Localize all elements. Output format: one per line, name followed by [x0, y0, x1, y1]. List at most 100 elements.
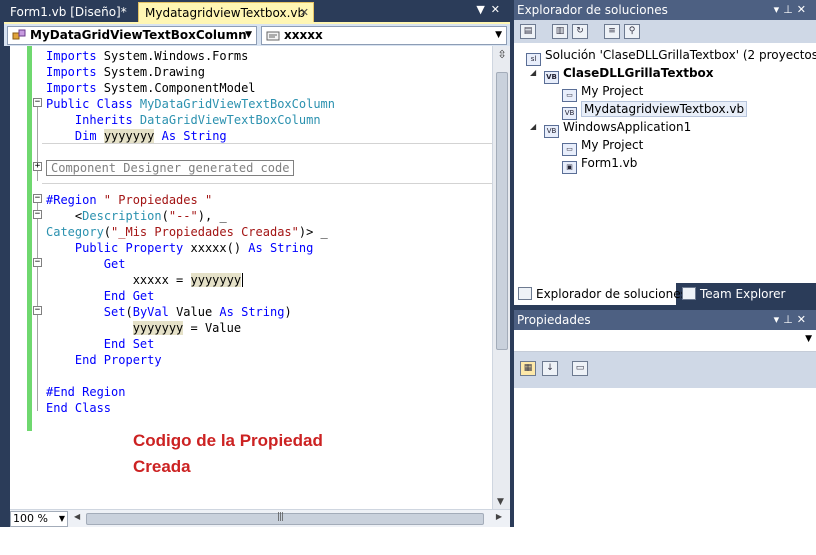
code-line: Component Designer generated code	[46, 160, 492, 176]
tab-label: MydatagridviewTextbox.vb	[145, 6, 306, 20]
horizontal-scrollbar[interactable]: ◀ ||| ▶	[72, 512, 504, 526]
chevron-left-icon[interactable]: ◀	[74, 512, 80, 521]
tab-label: Team Explorer	[700, 287, 786, 301]
tree-item-form1[interactable]: ▣ Form1.vb	[562, 154, 638, 174]
tree-item-label: Form1.vb	[581, 156, 638, 170]
panel-title-buttons: ▾⊥✕	[774, 310, 810, 330]
code-text: System.Drawing	[96, 65, 205, 79]
solution-explorer-tabs: Explorador de soluciones Team Explorer	[514, 283, 816, 306]
collapse-icon[interactable]: −	[33, 98, 42, 107]
keyword: Get	[103, 257, 126, 271]
chevron-down-icon[interactable]: ▼	[497, 497, 504, 507]
tree-item-project-dll[interactable]: ◢ VB ClaseDLLGrillaTextbox	[530, 64, 714, 84]
tree-item-label: My Project	[581, 84, 644, 98]
document-tab-strip: Form1.vb [Diseño]* MydatagridviewTextbox…	[0, 0, 512, 22]
close-icon[interactable]: ✕	[300, 3, 309, 23]
properties-icon[interactable]: ▤	[520, 24, 536, 39]
scrollbar-thumb[interactable]: |||	[86, 512, 484, 525]
chevron-down-icon[interactable]: ▼	[495, 27, 502, 44]
property-icon	[266, 31, 280, 41]
tree-item-mydatagridviewtextbox[interactable]: VB MydatagridviewTextbox.vb	[562, 100, 748, 120]
code-line: #End Region	[46, 384, 492, 400]
property-pages-icon[interactable]: ▭	[572, 361, 588, 376]
keyword: Imports	[46, 49, 97, 63]
chevron-down-icon[interactable]: ▼	[476, 3, 490, 16]
keyword: Inherits	[74, 113, 133, 127]
scrollbar-thumb[interactable]	[496, 72, 508, 350]
member-name-combo[interactable]: xxxxx ▼	[261, 26, 507, 45]
string-literal: "--"	[168, 209, 198, 223]
type-name: DataGridViewTextBoxColumn	[132, 113, 321, 127]
pin-icon[interactable]: ⊥	[783, 313, 797, 326]
code-line: Public Property xxxxx() As String	[46, 240, 492, 256]
code-line: <Description("--"), _	[46, 208, 492, 224]
expand-icon[interactable]: +	[33, 162, 42, 171]
code-line: Category("_Mis Propiedades Creadas")> _	[46, 224, 492, 240]
tree-item-my-project[interactable]: ▭ My Project	[562, 82, 644, 102]
class-combo-value: MyDataGridViewTextBoxColumn	[30, 28, 247, 42]
code-line: Get	[46, 256, 492, 272]
collapse-triangle-icon[interactable]: ◢	[530, 64, 536, 82]
code-text: System.ComponentModel	[96, 81, 256, 95]
tab-form1-designer[interactable]: Form1.vb [Diseño]*	[4, 2, 134, 22]
chevron-down-icon[interactable]: ▼	[245, 27, 252, 44]
code-line: #Region " Propiedades "	[46, 192, 492, 208]
code-line: yyyyyyy = Value	[46, 320, 492, 336]
code-lines: Imports System.Windows.Forms Imports Sys…	[42, 48, 492, 416]
tab-team-explorer[interactable]: Team Explorer	[678, 283, 816, 305]
code-text: Value	[168, 305, 220, 319]
code-text: )> _	[298, 225, 328, 239]
code-text: xxxxx()	[183, 241, 242, 255]
zoom-combo[interactable]: 100 % ▼	[10, 511, 68, 527]
code-text: (	[103, 225, 112, 239]
refresh-icon[interactable]: ↻	[572, 24, 588, 39]
vertical-scrollbar[interactable]: ⇳ ▼	[492, 46, 510, 509]
view-code-icon[interactable]: ≡	[604, 24, 620, 39]
tree-item-label: WindowsApplication1	[563, 120, 692, 134]
collapse-icon[interactable]: −	[33, 210, 42, 219]
tab-mydatagridviewtextbox[interactable]: MydatagridviewTextbox.vb ✕	[138, 2, 314, 22]
tree-item-project-winapp[interactable]: ◢ VB WindowsApplication1	[530, 118, 692, 138]
highlighted-identifier: yyyyyyy	[103, 129, 155, 143]
highlighted-identifier: yyyyyyy	[132, 321, 184, 335]
tab-solution-explorer[interactable]: Explorador de soluciones	[514, 283, 687, 305]
collapse-icon[interactable]: −	[33, 258, 42, 267]
tab-label: Explorador de soluciones	[536, 287, 687, 301]
show-all-files-icon[interactable]: ▥	[552, 24, 568, 39]
type-name: Category	[46, 225, 104, 239]
vb-project-icon: VB	[544, 71, 559, 84]
chevron-down-icon[interactable]: ▾	[774, 3, 784, 16]
type-name: MyDataGridViewTextBoxColumn	[132, 97, 335, 111]
object-selector-combo[interactable]: ▼	[514, 330, 816, 352]
chevron-down-icon[interactable]: ▼	[59, 512, 65, 526]
navigation-bar: MyDataGridViewTextBoxColumn ▼ xxxxx ▼	[4, 22, 510, 46]
code-line	[42, 176, 492, 192]
close-icon[interactable]: ✕	[491, 3, 506, 16]
close-icon[interactable]: ✕	[797, 313, 810, 326]
split-window-icon[interactable]: ⇳	[495, 48, 509, 62]
collapse-icon[interactable]: −	[33, 306, 42, 315]
code-text: (	[161, 209, 169, 223]
chevron-right-icon[interactable]: ▶	[496, 512, 502, 521]
collapse-icon[interactable]: −	[33, 194, 42, 203]
keyword: As String	[154, 129, 227, 143]
code-line: xxxxx = yyyyyyy	[46, 272, 492, 288]
collapsed-region-box[interactable]: Component Designer generated code	[46, 160, 295, 176]
alphabetical-icon[interactable]: ↓	[542, 361, 558, 376]
class-name-combo[interactable]: MyDataGridViewTextBoxColumn ▼	[7, 26, 257, 45]
view-designer-icon[interactable]: ⚲	[624, 24, 640, 39]
close-icon[interactable]: ✕	[797, 3, 810, 16]
member-combo-value: xxxxx	[284, 28, 323, 42]
categorized-icon[interactable]: ▦	[520, 361, 536, 376]
tree-item-solution[interactable]: sl Solución 'ClaseDLLGrillaTextbox' (2 pr…	[526, 46, 816, 66]
chevron-down-icon[interactable]: ▾	[774, 313, 784, 326]
collapse-triangle-icon[interactable]: ◢	[530, 118, 536, 136]
chevron-down-icon[interactable]: ▼	[805, 334, 812, 344]
bottom-blank-band	[0, 527, 816, 555]
tree-item-label: My Project	[581, 138, 644, 152]
tree-item-my-project[interactable]: ▭ My Project	[562, 136, 644, 156]
highlighted-identifier: yyyyyyy	[190, 273, 242, 287]
keyword: Set	[103, 305, 126, 319]
class-icon	[12, 29, 26, 40]
pin-icon[interactable]: ⊥	[783, 3, 797, 16]
